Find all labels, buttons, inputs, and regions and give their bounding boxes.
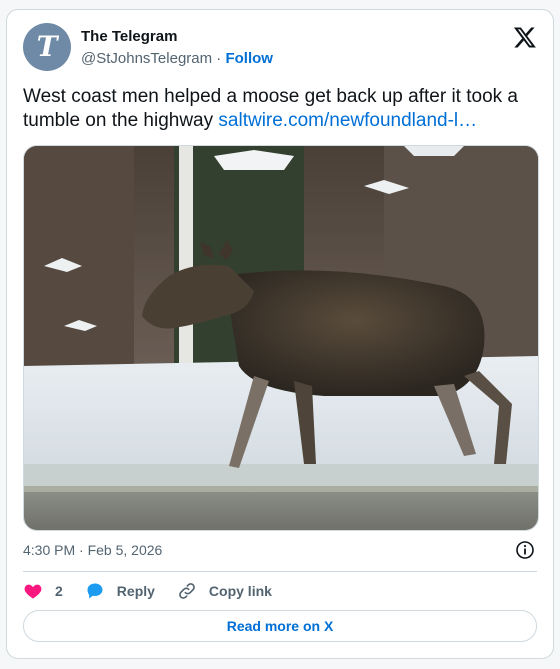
tweet-actions: 2 Reply Copy link [23, 580, 294, 602]
separator-dot: · [216, 50, 222, 67]
reply-label: Reply [116, 583, 155, 599]
copy-link-button[interactable]: Copy link [177, 581, 272, 601]
account-name[interactable]: The Telegram [81, 28, 177, 45]
avatar[interactable]: T [23, 23, 71, 71]
article-link[interactable]: saltwire.com/newfoundland-l… [218, 110, 477, 131]
copy-link-label: Copy link [208, 583, 272, 599]
avatar-logo-letter: T [36, 30, 58, 63]
tweet-photo[interactable] [23, 145, 539, 531]
divider [23, 571, 537, 572]
follow-button[interactable]: Follow [225, 50, 273, 67]
like-button[interactable]: 2 [23, 581, 63, 601]
embedded-tweet-card: T The Telegram @StJohnsTelegram · Follow… [6, 9, 554, 659]
tweet-header: T The Telegram @StJohnsTelegram · Follow [23, 23, 537, 73]
info-icon[interactable] [515, 540, 535, 560]
like-count: 2 [55, 583, 63, 599]
heart-icon [24, 584, 42, 599]
moose-photo [24, 146, 538, 530]
reply-button[interactable]: Reply [85, 581, 155, 601]
reply-bubble-icon [87, 583, 103, 599]
account-handle[interactable]: @StJohnsTelegram [81, 50, 212, 67]
tweet-timestamp[interactable]: 4:30 PM · Feb 5, 2026 [23, 542, 162, 558]
handle-row: @StJohnsTelegram · Follow [81, 50, 273, 67]
tweet-text: West coast men helped a moose get back u… [23, 85, 539, 133]
x-logo-icon[interactable] [513, 25, 537, 49]
read-more-button[interactable]: Read more on X [23, 610, 537, 642]
link-icon [179, 583, 195, 599]
